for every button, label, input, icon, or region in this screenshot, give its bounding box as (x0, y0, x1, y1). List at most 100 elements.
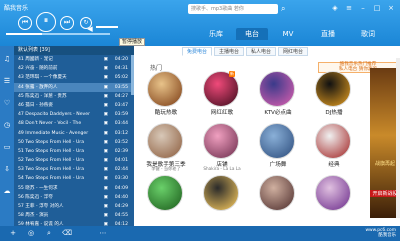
mv-icon[interactable]: ▣ (104, 101, 108, 110)
station-tile[interactable] (200, 175, 244, 223)
locate-icon[interactable]: ◎ (26, 229, 36, 237)
mv-icon[interactable]: ▣ (104, 174, 108, 183)
search-list-icon[interactable]: ⌕ (44, 229, 54, 238)
playlist-row[interactable]: 57 王菲 - 浮夸 对的人 ▣ 04:29 (14, 202, 134, 211)
station-cover[interactable] (315, 123, 351, 159)
playlist-row[interactable]: 47 Despacito Daddyers - Never ▣ 03:59 (14, 110, 134, 119)
progress-bar[interactable] (6, 33, 110, 35)
station-cover[interactable] (147, 123, 183, 159)
mv-icon[interactable]: ▣ (104, 156, 108, 165)
mv-icon[interactable]: ▣ (104, 110, 108, 119)
delete-icon[interactable]: ⌫ (62, 229, 72, 237)
playlist-row[interactable]: 54 Two Steps From Hell - Ura ▣ 03:30 (14, 174, 134, 183)
cloud-icon[interactable]: ☁ (2, 186, 12, 196)
menu-icon[interactable]: ≡ (344, 3, 354, 13)
tab-library[interactable]: 乐库 (200, 28, 232, 40)
station-tile[interactable]: 店铺 Shakira - La La La (200, 123, 244, 171)
skin-icon[interactable]: ◈ (330, 3, 340, 13)
add-icon[interactable]: + (8, 229, 18, 237)
playlist-row[interactable]: 46 孤日 - 孙燕姿 ▣ 03:47 (14, 101, 134, 110)
mv-icon[interactable]: ▣ (104, 202, 108, 211)
station-tile[interactable]: KTV必点曲 (256, 71, 300, 119)
station-now-playing: Shakira - La La La (203, 166, 241, 171)
station-cover[interactable] (259, 175, 295, 211)
station-cover[interactable] (147, 71, 183, 107)
track-duration: 04:29 (114, 204, 128, 209)
subtab-free-radio[interactable]: 免费电台 (182, 47, 212, 56)
tab-live[interactable]: 直播 (312, 28, 344, 40)
station-cover[interactable] (315, 175, 351, 211)
close-icon[interactable]: × (386, 3, 396, 13)
previous-button[interactable]: ⏮ (18, 16, 32, 30)
playlist-row[interactable]: 48 Don't Never - Vocil - The ▣ 03:44 (14, 119, 134, 128)
mv-icon[interactable]: ▣ (104, 165, 108, 174)
minimize-icon[interactable]: – (358, 3, 368, 13)
mv-icon[interactable]: ▣ (104, 55, 108, 64)
track-duration: 03:30 (114, 176, 128, 182)
mv-icon[interactable]: ▣ (104, 211, 108, 220)
playlist-row[interactable]: 44 张露 - 放弃的人 ▣ 03:55 (14, 82, 134, 92)
playlist-row[interactable]: 55 晓苏 - 一生何求 ▣ 04:09 (14, 184, 134, 193)
station-label: DJ热播 (325, 110, 343, 116)
mv-icon[interactable]: ▣ (104, 184, 108, 193)
playlist-row[interactable]: 50 Two Steps From Hell - Ura ▣ 03:52 (14, 138, 134, 147)
station-tile[interactable] (312, 175, 356, 223)
playlist-row[interactable]: 58 周杰 - 演员 ▣ 04:55 (14, 211, 134, 220)
mv-icon[interactable]: ▣ (104, 193, 108, 202)
device-icon[interactable]: ▭ (2, 142, 12, 152)
subtab-web-radio[interactable]: 网红电台 (278, 47, 308, 56)
station-cover[interactable] (203, 123, 239, 159)
playlist-row[interactable]: 45 陈奕迅 - 洋葱 - 贵苏 ▣ 04:27 (14, 92, 134, 101)
maximize-icon[interactable]: □ (372, 3, 382, 13)
playlist-header[interactable]: 默认列表 [39] (14, 46, 134, 55)
playlist-row[interactable]: 43 范玮琪 - 一个像夏天 ▣ 05:02 (14, 73, 134, 82)
playlist-row[interactable]: 42 兴奋 - 随的前前 ▣ 04:31 (14, 64, 134, 73)
playlist-panel: 默认列表 [39] 41 周國新 - 宠记 ▣ 04:20 42 兴奋 - 随的前前 ▣… (14, 46, 134, 227)
mv-icon[interactable]: ▣ (104, 138, 108, 147)
heart-icon[interactable]: ♡ (2, 98, 12, 108)
playlist-row[interactable]: 49 Immediate Music - Avenger ▣ 03:12 (14, 129, 134, 138)
station-tile[interactable] (256, 175, 300, 223)
history-icon[interactable]: ◷ (2, 120, 12, 130)
station-tile[interactable]: 经典 (312, 123, 356, 171)
station-tile[interactable]: DJ热播 (312, 71, 356, 119)
mv-icon[interactable]: ▣ (104, 83, 108, 92)
mv-icon[interactable]: ▣ (104, 92, 108, 101)
station-tile[interactable]: 酷玩热歌 (144, 71, 188, 119)
playlist-row[interactable]: 52 Two Steps From Hell - Ura ▣ 04:01 (14, 156, 134, 165)
tab-mv[interactable]: MV (272, 28, 304, 40)
content-scrollbar[interactable] (396, 58, 400, 218)
subtab-host-radio[interactable]: 主播电台 (214, 47, 244, 56)
more-icon[interactable]: ⋯ (98, 229, 108, 237)
app-title: 酷我音乐 (4, 5, 29, 12)
station-cover[interactable] (203, 175, 239, 211)
play-pause-button[interactable]: ⏸ (36, 12, 56, 32)
next-button[interactable]: ⏭ (60, 16, 74, 30)
mv-icon[interactable]: ▣ (104, 64, 108, 73)
tab-radio[interactable]: 电台 (236, 28, 268, 40)
station-tile[interactable] (144, 175, 188, 223)
subtab-private-radio[interactable]: 私人电台 (246, 47, 276, 56)
playlist-row[interactable]: 56 陈奕迅 - 浮夸 ▣ 04:40 (14, 193, 134, 202)
station-cover[interactable] (259, 123, 295, 159)
station-cover[interactable] (147, 175, 183, 211)
mv-icon[interactable]: ▣ (104, 73, 108, 82)
music-icon[interactable]: ♫ (2, 54, 12, 64)
search-icon[interactable]: ⌕ (281, 4, 291, 14)
volume-slider[interactable] (96, 26, 118, 28)
mv-icon[interactable]: ▣ (104, 147, 108, 156)
mv-icon[interactable]: ▣ (104, 129, 108, 138)
playlist-row[interactable]: 51 Two Steps From Hell - Ura ▣ 02:39 (14, 147, 134, 156)
station-tile[interactable]: 广场舞 (256, 123, 300, 171)
list-icon[interactable]: ☰ (2, 76, 12, 86)
station-tile[interactable]: 我是歌手第三季 李健 - 当你老了 (144, 123, 188, 171)
download-icon[interactable]: ⇩ (2, 164, 12, 174)
station-tile[interactable]: 新网红红歌 (200, 71, 244, 119)
mv-icon[interactable]: ▣ (104, 119, 108, 128)
station-cover[interactable] (315, 71, 351, 107)
station-cover[interactable] (259, 71, 295, 107)
playlist-row[interactable]: 41 周國新 - 宠记 ▣ 04:20 (14, 55, 134, 64)
playlist-row[interactable]: 53 Two Steps From Hell - Ura ▣ 02:44 (14, 165, 134, 174)
tab-lyrics[interactable]: 歌词 (352, 28, 384, 40)
search-input[interactable]: 搜歌手、mp3歌曲 若你 (188, 4, 278, 14)
